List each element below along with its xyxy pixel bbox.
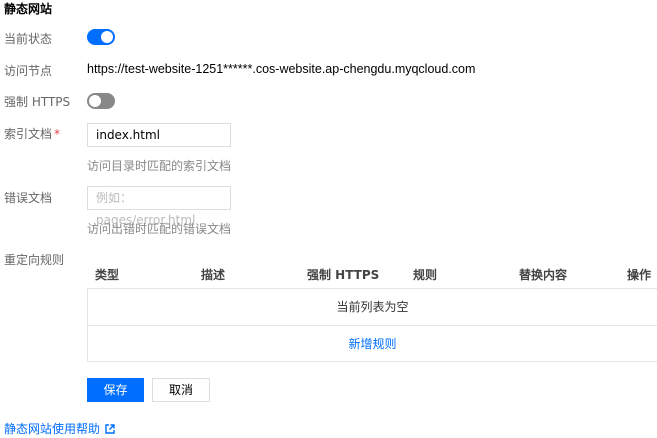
redirect-rules-table: 类型 描述 强制 HTTPS 规则 替换内容 操作 当前列表为空 新增规则 xyxy=(87,262,657,362)
error-doc-hint: 访问出错时匹配的错误文档 xyxy=(87,222,232,236)
help-link-label: 静态网站使用帮助 xyxy=(4,422,101,436)
cancel-button[interactable]: 取消 xyxy=(152,378,210,402)
index-doc-hint: 访问目录时匹配的索引文档 xyxy=(87,159,232,173)
save-button[interactable]: 保存 xyxy=(87,378,144,402)
redirect-rules-label: 重定向规则 xyxy=(4,253,65,267)
error-doc-input[interactable]: 例如：pages/error.html xyxy=(87,186,231,227)
required-mark: * xyxy=(54,127,61,141)
force-https-label: 强制 HTTPS xyxy=(4,95,71,109)
column-header-force-https: 强制 HTTPS xyxy=(307,268,380,282)
help-link[interactable]: 静态网站使用帮助 xyxy=(4,420,115,437)
column-header-description: 描述 xyxy=(201,268,226,282)
table-add-row: 新增规则 xyxy=(87,325,657,362)
column-header-rule: 规则 xyxy=(413,268,438,282)
force-https-toggle[interactable] xyxy=(87,93,115,109)
status-toggle[interactable] xyxy=(87,29,115,45)
section-title: 静态网站 xyxy=(4,2,53,16)
table-empty-row: 当前列表为空 xyxy=(87,288,657,325)
table-header: 类型 描述 强制 HTTPS 规则 替换内容 操作 xyxy=(87,262,657,288)
endpoint-url: https://test-website-1251******.cos-webs… xyxy=(87,62,476,76)
external-link-icon xyxy=(105,424,115,434)
column-header-type: 类型 xyxy=(95,268,120,282)
index-doc-label-text: 索引文档 xyxy=(4,127,53,141)
column-header-action: 操作 xyxy=(627,268,652,282)
error-doc-label: 错误文档 xyxy=(4,191,53,205)
endpoint-label: 访问节点 xyxy=(4,64,53,78)
toggle-knob xyxy=(101,31,113,43)
add-rule-link[interactable]: 新增规则 xyxy=(348,337,396,351)
status-label: 当前状态 xyxy=(4,32,53,46)
column-header-replace: 替换内容 xyxy=(519,268,568,282)
empty-text: 当前列表为空 xyxy=(336,300,409,314)
index-doc-input[interactable]: index.html xyxy=(87,123,231,147)
toggle-knob xyxy=(89,95,101,107)
index-doc-label: 索引文档 * xyxy=(4,125,60,142)
